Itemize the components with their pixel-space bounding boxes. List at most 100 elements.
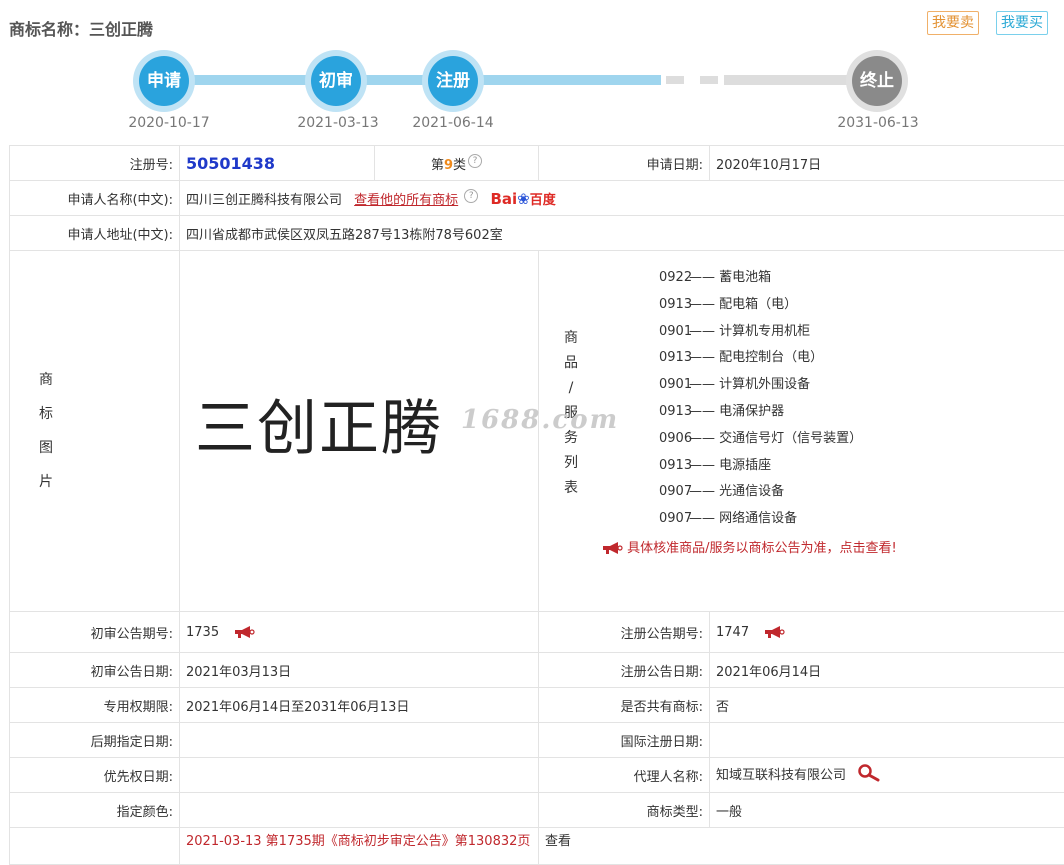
table-row: 2021-03-13 第1735期《商标初步审定公告》第130832页 查看 (10, 828, 1064, 865)
goods-code: 0907 (659, 479, 689, 506)
buy-button[interactable]: 我要买 (996, 11, 1048, 35)
timeline-node-end: 终止 (846, 50, 908, 112)
goods-code: 0913 (659, 345, 689, 372)
page-title: 商标名称：三创正腾 (9, 16, 153, 40)
color-label: 指定颜色: (10, 793, 180, 828)
applicant-value: 四川三创正腾科技有限公司 (186, 193, 342, 208)
timeline-date: 2021-03-13 (288, 115, 388, 131)
image-label-cell: 商 标 图 片 (10, 251, 180, 612)
help-icon[interactable]: ? (468, 154, 482, 168)
goods-name: 蓄电池箱 (719, 270, 771, 285)
class-prefix: 第 (431, 158, 444, 173)
baidu-logo-text: Bai (490, 190, 517, 208)
goods-code: 0906 (659, 426, 689, 453)
goods-list: 0922—— 蓄电池箱 0913—— 配电箱（电） 0901—— 计算机专用机柜… (539, 265, 1064, 533)
view-all-trademarks-link[interactable]: 查看他的所有商标 (354, 193, 458, 208)
prelim-no-value: 1735 (186, 625, 219, 640)
goods-code: 0913 (659, 399, 689, 426)
timeline-node-label: 初审 (311, 56, 361, 106)
prelim-no-cell: 1735 (180, 612, 539, 653)
label-char: / (561, 376, 581, 401)
goods-name: 配电箱（电） (719, 297, 797, 312)
timeline-node-label: 注册 (428, 56, 478, 106)
goods-sep: —— (689, 350, 715, 365)
list-item: 0913—— 电涌保护器 (659, 399, 1064, 426)
paw-icon: ❀ (517, 190, 530, 208)
goods-notice-text: 具体核准商品/服务以商标公告为准，点击查看! (627, 541, 897, 556)
agent-value: 知域互联科技有限公司 (716, 768, 846, 783)
sell-button[interactable]: 我要卖 (927, 11, 979, 35)
goods-sep: —— (689, 404, 715, 419)
term-value: 2021年06月14日至2031年06月13日 (180, 688, 539, 723)
process-view-cell: 查看 (539, 828, 1064, 865)
class-cell: 第9类? (375, 146, 539, 181)
label-char: 图 (36, 431, 56, 465)
magnifier-icon[interactable] (856, 764, 882, 786)
reg-no-label: 注册号: (10, 146, 180, 181)
timeline-date: 2020-10-17 (119, 115, 219, 131)
label-char: 品 (561, 351, 581, 376)
timeline-node-register: 注册 (422, 50, 484, 112)
megaphone-icon[interactable] (233, 625, 255, 639)
label-char: 表 (561, 476, 581, 501)
goods-name: 配电控制台（电） (719, 350, 823, 365)
baidu-logo-text-cn: 百度 (530, 193, 556, 208)
list-item: 0913—— 配电控制台（电） (659, 345, 1064, 372)
watermark: 1688.com (461, 405, 619, 435)
prelim-date-label: 初审公告日期: (10, 653, 180, 688)
megaphone-icon (601, 541, 623, 555)
type-label: 商标类型: (539, 793, 710, 828)
goods-notice-link[interactable]: 具体核准商品/服务以商标公告为准，点击查看! (539, 537, 1064, 556)
table-row: 注册号: 50501438 第9类? 申请日期: 2020年10月17日 (10, 146, 1064, 181)
goods-name: 网络通信设备 (719, 511, 797, 526)
address-value: 四川省成都市武侯区双凤五路287号13栋附78号602室 (180, 216, 1064, 251)
table-row: 初审公告期号: 1735 注册公告期号: 1747 (10, 612, 1064, 653)
later-date-value (180, 723, 539, 758)
help-icon[interactable]: ? (464, 189, 478, 203)
reg-pub-date-label: 注册公告日期: (539, 653, 710, 688)
reg-pub-no-value: 1747 (716, 625, 749, 640)
process-cell: 2021-03-13 第1735期《商标初步审定公告》第130832页 (180, 828, 539, 865)
goods-sep: —— (689, 484, 715, 499)
goods-code: 0922 (659, 265, 689, 292)
applicant-label: 申请人名称(中文): (10, 181, 180, 216)
list-item: 0913—— 电源插座 (659, 453, 1064, 480)
priority-value (180, 758, 539, 793)
intl-date-label: 国际注册日期: (539, 723, 710, 758)
list-item: 0907—— 光通信设备 (659, 479, 1064, 506)
color-value (180, 793, 539, 828)
table-row: 申请人地址(中文): 四川省成都市武侯区双凤五路287号13栋附78号602室 (10, 216, 1064, 251)
timeline-node-label: 终止 (852, 56, 902, 106)
table-row: 指定颜色: 商标类型: 一般 (10, 793, 1064, 828)
reg-no-cell: 50501438 (180, 146, 375, 181)
goods-code: 0913 (659, 453, 689, 480)
label-char: 列 (561, 451, 581, 476)
megaphone-icon[interactable] (763, 625, 785, 639)
priority-label: 优先权日期: (10, 758, 180, 793)
intl-date-value (710, 723, 1064, 758)
address-label: 申请人地址(中文): (10, 216, 180, 251)
prelim-no-label: 初审公告期号: (10, 612, 180, 653)
class-suffix: 类 (453, 158, 466, 173)
goods-sep: —— (689, 270, 715, 285)
reg-pub-no-cell: 1747 (710, 612, 1064, 653)
label-char: 片 (36, 465, 56, 499)
timeline-progress-bar (164, 75, 661, 85)
goods-sep: —— (689, 458, 715, 473)
goods-code: 0907 (659, 506, 689, 533)
timeline-node-label: 申请 (139, 56, 189, 106)
baidu-search-button[interactable]: Bai❀百度 (490, 190, 555, 208)
trademark-image: 三创正腾 (195, 394, 443, 464)
type-value: 一般 (710, 793, 1064, 828)
class-number: 9 (444, 158, 453, 173)
list-item: 0907—— 网络通信设备 (659, 506, 1064, 533)
table-row: 初审公告日期: 2021年03月13日 注册公告日期: 2021年06月14日 (10, 653, 1064, 688)
image-label: 商 标 图 片 (36, 363, 56, 499)
table-row: 专用权期限: 2021年06月14日至2031年06月13日 是否共有商标: 否 (10, 688, 1064, 723)
label-char: 商 (561, 326, 581, 351)
apply-date-label: 申请日期: (539, 146, 710, 181)
view-link[interactable]: 查看 (545, 834, 571, 849)
timeline-node-apply: 申请 (133, 50, 195, 112)
table-row: 后期指定日期: 国际注册日期: (10, 723, 1064, 758)
prelim-date-value: 2021年03月13日 (180, 653, 539, 688)
